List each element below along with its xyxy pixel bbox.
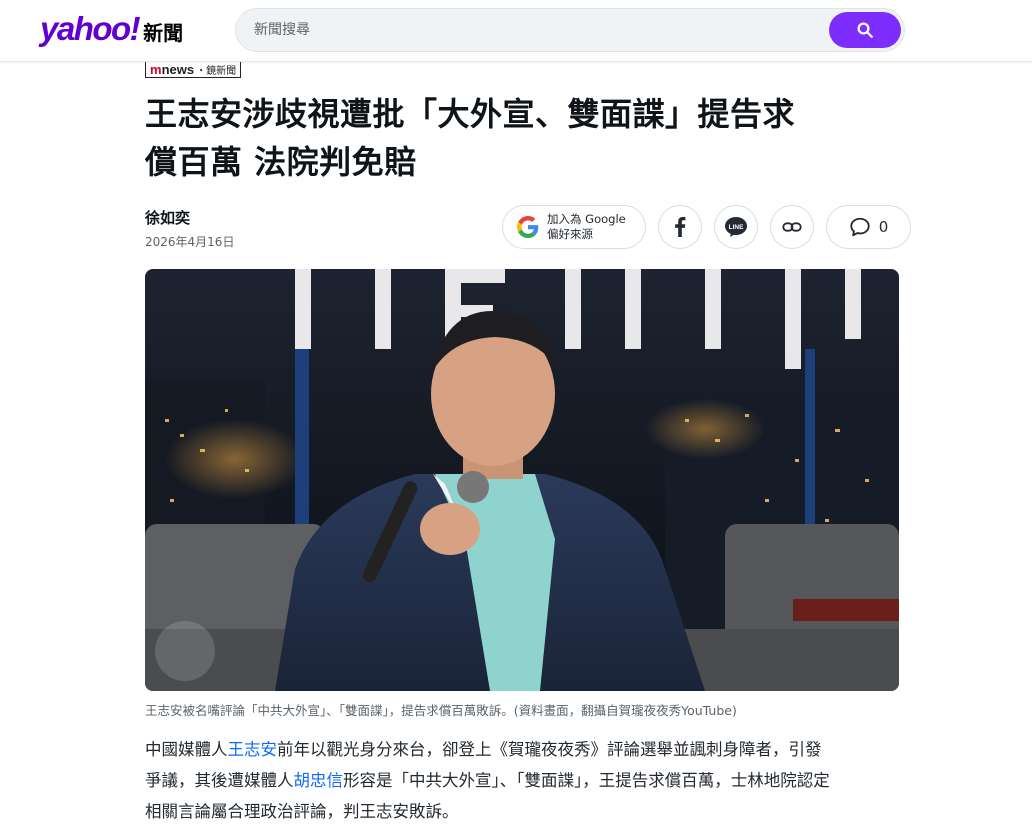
- hero-image-illustration: [145, 269, 899, 691]
- link-hu-zhongxin[interactable]: 胡忠信: [294, 771, 344, 790]
- google-source-label: 加入為 Google 偏好來源: [547, 212, 626, 242]
- line-icon: LINE: [725, 217, 747, 237]
- provider-logo-news: news: [161, 62, 195, 77]
- facebook-icon: [675, 217, 686, 237]
- provider-logo[interactable]: m news ・鏡新聞: [145, 62, 242, 78]
- author-name[interactable]: 徐如奕: [145, 207, 190, 228]
- search-input[interactable]: [254, 9, 814, 51]
- copy-link-button[interactable]: [770, 205, 814, 249]
- link-icon: [782, 222, 802, 232]
- body-text-segment: 前年以觀光身分來台，卻登上《賀瓏夜夜秀》評論選舉並諷刺身障者，引發: [277, 740, 822, 759]
- search-button[interactable]: [829, 12, 901, 48]
- article-body: 中國媒體人王志安前年以觀光身分來台，卻登上《賀瓏夜夜秀》評論選舉並諷刺身障者，引…: [145, 734, 905, 827]
- headline-line-2: 償百萬 法院判免賠: [145, 143, 417, 181]
- comment-count: 0: [878, 218, 889, 236]
- logo-brand: yahoo!: [40, 10, 141, 47]
- image-caption: 王志安被名嘴評論「中共大外宣」、「雙面諜」，提告求償百萬敗訴。(資料畫面，翻攝自…: [145, 703, 737, 718]
- body-line-2: 爭議，其後遭媒體人胡忠信形容是「中共大外宣」、「雙面諜」，王提告求償百萬，士林地…: [145, 765, 905, 796]
- google-source-line-2: 偏好來源: [547, 227, 593, 241]
- top-header: yahoo! 新聞: [0, 0, 1032, 62]
- line-share-button[interactable]: LINE: [714, 205, 758, 249]
- svg-text:LINE: LINE: [729, 224, 744, 231]
- headline-line-1: 王志安涉歧視遭批「大外宣、雙面諜」提告求: [145, 95, 796, 133]
- body-line-3: 相關言論屬合理政治評論，判王志安敗訴。: [145, 802, 459, 821]
- logo-section: 新聞: [143, 21, 184, 45]
- search-icon: [857, 22, 873, 38]
- comment-icon: [850, 217, 870, 237]
- link-wang-zhian[interactable]: 王志安: [228, 740, 278, 759]
- search-bar: [235, 8, 905, 52]
- facebook-share-button[interactable]: [658, 205, 702, 249]
- article-headline: 王志安涉歧視遭批「大外宣、雙面諜」提告求 償百萬 法院判免賠: [145, 90, 905, 186]
- body-text-segment: 形容是「中共大外宣」、「雙面諜」，王提告求償百萬，士林地院認定: [343, 771, 830, 790]
- comments-button[interactable]: 0: [826, 205, 911, 249]
- google-source-line-1: 加入為 Google: [547, 212, 626, 226]
- body-text-segment: 中國媒體人: [145, 740, 228, 759]
- publish-date: 2026年4月16日: [145, 235, 235, 249]
- share-bar: 加入為 Google 偏好來源 LINE 0: [502, 205, 911, 249]
- provider-logo-m: m: [150, 62, 162, 77]
- yahoo-news-logo[interactable]: yahoo! 新聞: [40, 10, 183, 48]
- provider-logo-cn: ・鏡新聞: [196, 66, 237, 77]
- body-text-segment: 爭議，其後遭媒體人: [145, 771, 294, 790]
- add-google-source-button[interactable]: 加入為 Google 偏好來源: [502, 205, 646, 249]
- body-line-1: 中國媒體人王志安前年以觀光身分來台，卻登上《賀瓏夜夜秀》評論選舉並諷刺身障者，引…: [145, 734, 905, 765]
- hero-image[interactable]: [145, 269, 899, 691]
- google-icon: [517, 216, 539, 238]
